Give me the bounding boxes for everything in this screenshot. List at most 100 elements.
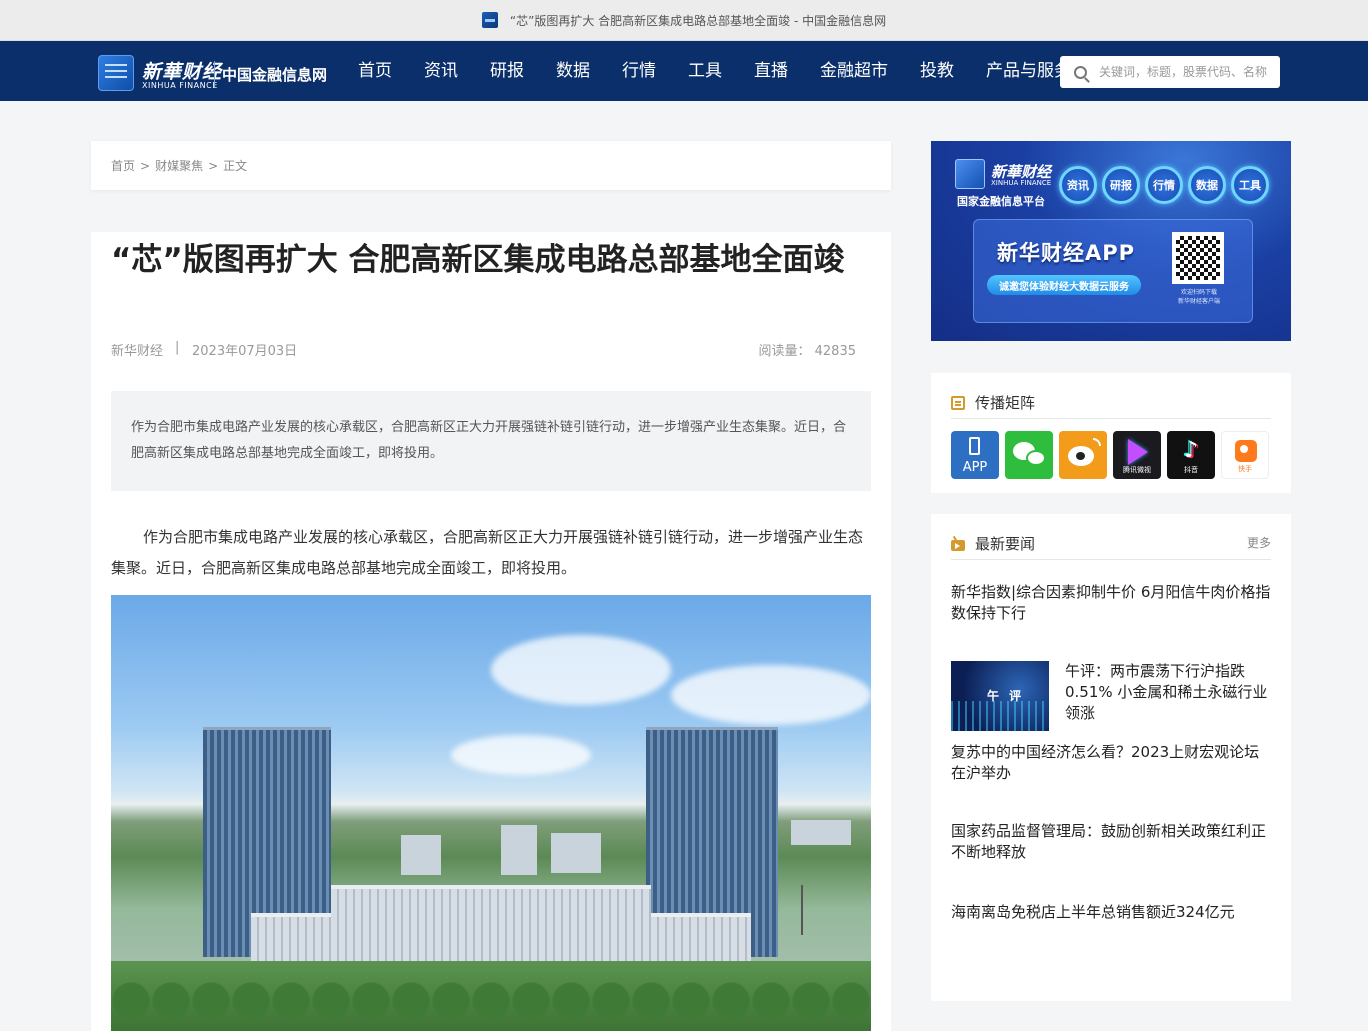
more-link[interactable]: 更多 bbox=[1247, 534, 1271, 551]
banner-feature-circles: 资讯 研报 行情 数据 工具 bbox=[1059, 166, 1274, 204]
news-item[interactable]: 新华指数|综合因素抑制牛价 6月阳信牛肉价格指数保持下行 bbox=[951, 582, 1271, 624]
card-title: 最新要闻 bbox=[975, 535, 1036, 553]
weibo-signal bbox=[1093, 438, 1101, 446]
banner-logo-icon bbox=[955, 159, 985, 189]
banner-brand-en: XINHUA FINANCE bbox=[991, 179, 1052, 187]
read-count: 阅读量： 42835 bbox=[758, 340, 856, 359]
wechat-bubble bbox=[1026, 450, 1046, 466]
media-icons: APP 腾讯微视 ♪ 抖音 快手 bbox=[951, 431, 1275, 479]
latest-news-card: 最新要闻 更多 新华指数|综合因素抑制牛价 6月阳信牛肉价格指数保持下行 午 评… bbox=[931, 514, 1291, 1001]
photo-cloud bbox=[671, 665, 871, 725]
menu-item-tools[interactable]: 工具 bbox=[672, 41, 738, 101]
banner-platform: 国家金融信息平台 bbox=[957, 195, 1045, 208]
photo-podium-upper bbox=[331, 885, 651, 917]
brand-divider bbox=[214, 61, 215, 87]
news-thumbnail[interactable]: 午 评 bbox=[951, 661, 1049, 731]
breadcrumb-current: 正文 bbox=[223, 159, 248, 173]
document-icon bbox=[951, 395, 965, 410]
menu-item-education[interactable]: 投教 bbox=[904, 41, 970, 101]
music-note-icon: ♪ bbox=[1184, 438, 1199, 463]
photo-building bbox=[501, 825, 537, 875]
channel-label: APP bbox=[962, 460, 988, 475]
breadcrumb: 首页 > 财媒聚焦 > 正文 bbox=[91, 141, 891, 190]
card-title: 传播矩阵 bbox=[975, 394, 1036, 412]
phone-icon bbox=[969, 437, 980, 455]
brand-name-en: XINHUA FINANCE bbox=[142, 81, 218, 90]
thumbnail-label: 午 评 bbox=[987, 689, 1025, 703]
photo-cloud bbox=[491, 635, 671, 705]
news-item[interactable]: 午评：两市震荡下行沪指跌0.51% 小金属和稀土永磁行业领涨 bbox=[1065, 661, 1271, 724]
photo-building bbox=[551, 833, 601, 873]
breadcrumb-section[interactable]: 财媒聚焦 bbox=[155, 157, 203, 174]
photo-trees bbox=[111, 961, 871, 1031]
article-summary: 作为合肥市集成电路产业发展的核心承载区，合肥高新区正大力开展强链补链引链行动，进… bbox=[111, 391, 871, 491]
douyin-icon[interactable]: ♪ 抖音 bbox=[1167, 431, 1215, 479]
banner-circle-news: 资讯 bbox=[1059, 166, 1097, 204]
menu-item-news[interactable]: 资讯 bbox=[408, 41, 474, 101]
kuaishou-icon[interactable]: 快手 bbox=[1221, 431, 1269, 479]
article: “芯”版图再扩大 合肥高新区集成电路总部基地全面竣 新华财经 | 2023年07… bbox=[91, 232, 891, 1031]
channel-label: 抖音 bbox=[1184, 466, 1198, 474]
tencent-video-icon[interactable]: 腾讯微视 bbox=[1113, 431, 1161, 479]
banner-app-title: 新华财经APP bbox=[997, 241, 1136, 265]
article-source: 新华财经 bbox=[111, 344, 164, 359]
banner-circle-market: 行情 bbox=[1145, 166, 1183, 204]
qr-caption-line: 欢迎扫码下载 bbox=[1180, 289, 1217, 296]
card-header: 传播矩阵 bbox=[951, 387, 1271, 419]
photo-cloud bbox=[451, 735, 591, 775]
menu-item-home[interactable]: 首页 bbox=[342, 41, 408, 101]
article-title: “芯”版图再扩大 合肥高新区集成电路总部基地全面竣 bbox=[111, 242, 845, 278]
meta-divider: | bbox=[175, 340, 180, 355]
banner-pill: 诚邀您体验财经大数据云服务 bbox=[987, 275, 1141, 295]
window-titlebar: “芯”版图再扩大 合肥高新区集成电路总部基地全面竣 - 中国金融信息网 bbox=[0, 0, 1368, 41]
qr-code bbox=[1172, 232, 1224, 284]
menu-item-live[interactable]: 直播 bbox=[738, 41, 804, 101]
qr-code-pattern bbox=[1176, 236, 1220, 280]
news-item[interactable]: 海南离岛免税店上半年总销售额近324亿元 bbox=[951, 902, 1271, 923]
tv-icon bbox=[951, 539, 965, 551]
qr-caption: 欢迎扫码下载 新华财经客户端 bbox=[1169, 288, 1229, 306]
menu-item-data[interactable]: 数据 bbox=[540, 41, 606, 101]
qr-caption-line: 新华财经客户端 bbox=[1177, 298, 1220, 305]
card-header: 最新要闻 更多 bbox=[951, 528, 1271, 560]
search-box bbox=[1060, 56, 1280, 88]
window-title: “芯”版图再扩大 合肥高新区集成电路总部基地全面竣 - 中国金融信息网 bbox=[509, 13, 887, 28]
media-matrix-card: 传播矩阵 APP 腾讯微视 ♪ 抖音 快手 bbox=[931, 373, 1291, 493]
breadcrumb-home[interactable]: 首页 bbox=[111, 157, 135, 174]
article-date: 2023年07月03日 bbox=[192, 344, 298, 359]
kuaishou-camera-icon bbox=[1235, 440, 1257, 462]
wechat-icon[interactable] bbox=[1005, 431, 1053, 479]
news-item[interactable]: 复苏中的中国经济怎么看？2023上财宏观论坛在沪举办 bbox=[951, 742, 1271, 784]
menu-item-research[interactable]: 研报 bbox=[474, 41, 540, 101]
search-input[interactable] bbox=[1099, 57, 1279, 87]
menu-item-finance-mall[interactable]: 金融超市 bbox=[804, 41, 904, 101]
article-photo bbox=[111, 595, 871, 1031]
photo-pylon bbox=[801, 885, 803, 935]
site-name[interactable]: 中国金融信息网 bbox=[222, 64, 327, 85]
top-nav: 新華财经 XINHUA FINANCE 中国金融信息网 首页 资讯 研报 数据 … bbox=[0, 41, 1368, 101]
article-body-paragraph: 作为合肥市集成电路产业发展的核心承载区，合肥高新区正大力开展强链补链引链行动，进… bbox=[111, 528, 864, 577]
menu-item-market[interactable]: 行情 bbox=[606, 41, 672, 101]
news-item[interactable]: 国家药品监督管理局：鼓励创新相关政策红利正不断地释放 bbox=[951, 821, 1271, 863]
brand-name[interactable]: 新華财经 bbox=[142, 57, 222, 84]
xinhua-logo-icon[interactable] bbox=[98, 55, 134, 91]
channel-label: 快手 bbox=[1238, 465, 1252, 473]
main-menu: 首页 资讯 研报 数据 行情 工具 直播 金融超市 投教 产品与服务 bbox=[342, 41, 1087, 101]
site-favicon-icon bbox=[481, 12, 498, 28]
play-icon bbox=[1128, 439, 1148, 465]
banner-circle-data: 数据 bbox=[1188, 166, 1226, 204]
photo-building bbox=[791, 820, 851, 845]
breadcrumb-separator: > bbox=[208, 158, 219, 173]
read-count-label: 阅读量： bbox=[758, 344, 811, 359]
app-promo-banner[interactable]: 新華财经 XINHUA FINANCE 国家金融信息平台 资讯 研报 行情 数据… bbox=[931, 141, 1291, 341]
search-icon[interactable] bbox=[1074, 65, 1087, 79]
photo-building bbox=[401, 835, 441, 875]
app-channel-icon[interactable]: APP bbox=[951, 431, 999, 479]
channel-label: 腾讯微视 bbox=[1123, 466, 1151, 474]
weibo-eye bbox=[1068, 446, 1094, 466]
breadcrumb-separator: > bbox=[140, 158, 151, 173]
weibo-icon[interactable] bbox=[1059, 431, 1107, 479]
banner-circle-tools: 工具 bbox=[1231, 166, 1269, 204]
banner-circle-research: 研报 bbox=[1102, 166, 1140, 204]
read-count-value: 42835 bbox=[814, 344, 856, 359]
